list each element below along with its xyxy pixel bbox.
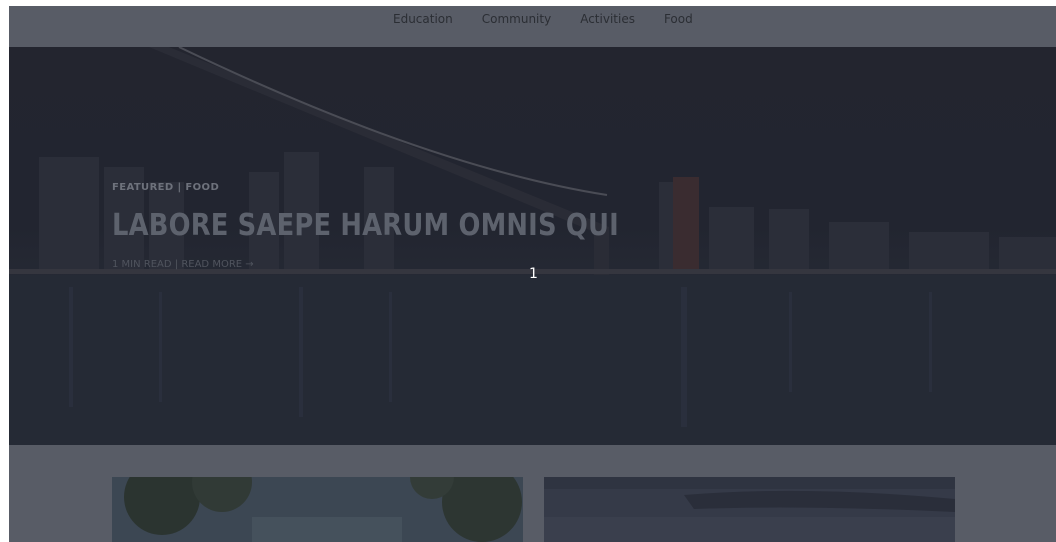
post-grid (9, 445, 1056, 542)
top-navigation: Education Community Activities Food (9, 6, 1056, 47)
hero-meta: 1 MIN READ | READ MORE → (112, 259, 701, 270)
page: Education Community Activities Food FEAT… (9, 6, 1056, 542)
trees-photo (112, 477, 523, 542)
hero-slider[interactable]: FEATURED | FOOD LABORE SAEPE HARUM OMNIS… (9, 47, 1056, 445)
nav-item-community[interactable]: Community (482, 12, 551, 26)
hero-category[interactable]: FEATURED | FOOD (112, 182, 701, 193)
post-card-image[interactable] (544, 477, 955, 542)
nav-item-education[interactable]: Education (393, 12, 453, 26)
read-more-link[interactable]: READ MORE → (181, 259, 253, 270)
hero-content: FEATURED | FOOD LABORE SAEPE HARUM OMNIS… (112, 182, 701, 270)
nav-item-activities[interactable]: Activities (580, 12, 635, 26)
read-time: 1 MIN READ (112, 259, 172, 270)
water-photo (544, 477, 955, 542)
hero-title[interactable]: LABORE SAEPE HARUM OMNIS QUI (112, 211, 619, 241)
slide-number[interactable]: 1 (529, 266, 538, 282)
nav-menu: Education Community Activities Food (393, 12, 722, 26)
post-card-image[interactable] (112, 477, 523, 542)
nav-item-food[interactable]: Food (664, 12, 693, 26)
meta-separator: | (171, 259, 182, 270)
